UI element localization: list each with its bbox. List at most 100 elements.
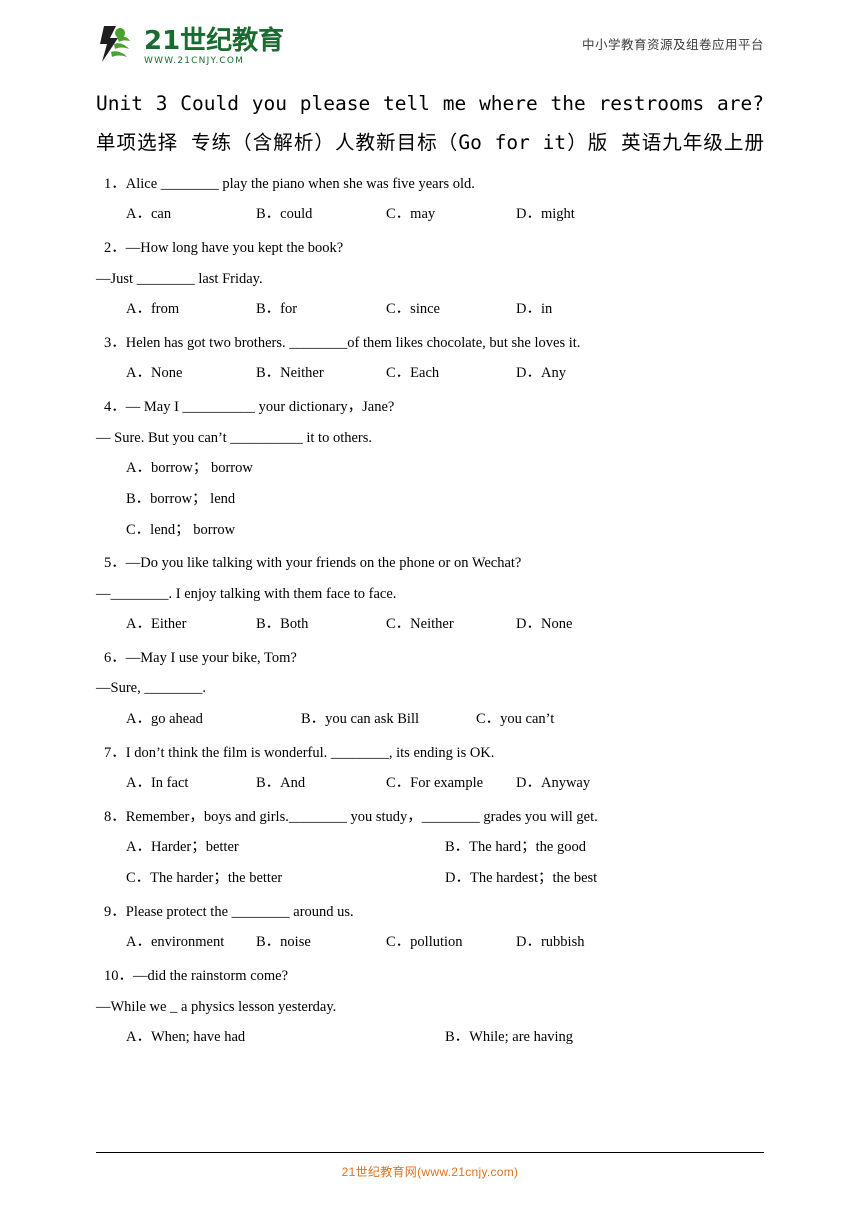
option-group: A．borrow； borrow B．borrow； lend C．lend； bo… xyxy=(126,458,764,541)
question-stem: 8．Remember，boys and girls.________ you s… xyxy=(104,806,764,828)
question-text: —May I use your bike, Tom? xyxy=(125,650,297,666)
option-item[interactable]: C．lend； borrow xyxy=(126,520,764,542)
option-item[interactable]: B．And xyxy=(256,773,386,795)
question-stem: 5．—Do you like talking with your friends… xyxy=(104,552,764,574)
option-item[interactable]: B．could xyxy=(256,204,386,226)
question-number: 2． xyxy=(104,240,126,257)
option-item[interactable]: B．noise xyxy=(256,932,386,954)
logo-main-text: 21世纪教育 xyxy=(144,26,285,56)
option-group: A．environment B．noise C．pollution D．rubbish xyxy=(126,932,764,954)
question-text: Alice ________ play the piano when she w… xyxy=(125,176,475,192)
option-group: A．go ahead B．you can ask Bill C．you can’t xyxy=(126,709,764,731)
option-group: A．In fact B．And C．For example D．Anyway xyxy=(126,773,764,795)
question-extra-line: — Sure. But you can’t __________ it to o… xyxy=(96,429,373,446)
page-title: Unit 3 Could you please tell me where th… xyxy=(96,92,764,154)
question-stem: 3．Helen has got two brothers. ________of… xyxy=(104,332,764,354)
footer-divider xyxy=(96,1152,764,1153)
question-number: 8． xyxy=(104,808,126,825)
option-item[interactable]: D．The hardest；the best xyxy=(445,868,764,890)
question-number: 10． xyxy=(104,968,133,985)
question-item: 8．Remember，boys and girls.________ you s… xyxy=(96,806,764,890)
option-item[interactable]: B．for xyxy=(256,299,386,321)
question-stem: 2．—How long have you kept the book? xyxy=(104,237,764,259)
option-item[interactable]: C．may xyxy=(386,204,516,226)
option-item[interactable]: D．Anyway xyxy=(516,773,646,795)
question-stem: 9．Please protect the ________ around us. xyxy=(104,901,764,923)
option-item[interactable]: A．When; have had xyxy=(126,1027,445,1049)
question-number: 7． xyxy=(104,744,126,761)
question-stem: 6．—May I use your bike, Tom? xyxy=(104,647,764,669)
question-extra-line: —Sure, ________. xyxy=(96,680,206,697)
option-item[interactable]: B．borrow； lend xyxy=(126,489,764,511)
question-text: —did the rainstorm come? xyxy=(133,968,289,985)
option-item[interactable]: C．For example xyxy=(386,773,516,795)
question-text: —How long have you kept the book? xyxy=(125,240,344,257)
question-item: 7．I don’t think the film is wonderful. _… xyxy=(96,742,764,795)
question-item: 2．—How long have you kept the book? —Just… xyxy=(96,237,764,321)
option-item[interactable]: C．Each xyxy=(386,363,516,385)
option-item[interactable]: D．rubbish xyxy=(516,932,646,954)
question-item: 3．Helen has got two brothers. ________of… xyxy=(96,332,764,385)
option-item[interactable]: A．go ahead xyxy=(126,709,301,731)
option-item[interactable]: A．None xyxy=(126,363,256,385)
question-list: 1．Alice ________ play the piano when she… xyxy=(96,173,764,1058)
option-item[interactable]: C．Neither xyxy=(386,614,516,636)
option-item[interactable]: B．The hard；the good xyxy=(445,837,764,859)
site-logo: 21世纪教育 WWW.21CNJY.COM xyxy=(96,22,284,66)
option-item[interactable]: A．borrow； borrow xyxy=(126,458,764,480)
option-item[interactable]: D．might xyxy=(516,204,646,226)
question-number: 3． xyxy=(104,334,126,351)
option-item[interactable]: D．in xyxy=(516,299,646,321)
question-extra-line: —Just ________ last Friday. xyxy=(96,270,263,287)
option-group: A．Harder；better B．The hard；the good C．The … xyxy=(126,837,764,890)
option-item[interactable]: A．can xyxy=(126,204,256,226)
option-item[interactable]: B．you can ask Bill xyxy=(301,709,476,731)
logo-sub-text: WWW.21CNJY.COM xyxy=(144,56,245,66)
option-item[interactable]: A．Harder；better xyxy=(126,837,445,859)
question-item: 4．— May I __________ your dictionary，Jan… xyxy=(96,396,764,541)
question-number: 4． xyxy=(104,399,126,416)
question-text: Please protect the ________ around us. xyxy=(125,903,354,920)
logo-runner-icon xyxy=(96,22,140,66)
option-item[interactable]: A．from xyxy=(126,299,256,321)
question-item: 10．—did the rainstorm come? —While we _ a… xyxy=(96,965,764,1058)
page-footer: 21世纪教育网(www.21cnjy.com) xyxy=(96,1152,764,1180)
question-stem: 1．Alice ________ play the piano when she… xyxy=(104,173,764,195)
footer-text: 21世纪教育网(www.21cnjy.com) xyxy=(341,1165,519,1179)
question-stem: 10．—did the rainstorm come? xyxy=(104,965,764,987)
option-group: A．None B．Neither C．Each D．Any xyxy=(126,363,764,385)
question-extra-line: —While we _ a physics lesson yesterday. xyxy=(96,998,337,1015)
question-item: 5．—Do you like talking with your friends… xyxy=(96,552,764,636)
option-item[interactable]: A．Either xyxy=(126,614,256,636)
question-number: 6． xyxy=(104,650,126,666)
question-item: 6．—May I use your bike, Tom? —Sure, _____… xyxy=(96,647,764,731)
page-header: 21世纪教育 WWW.21CNJY.COM 中小学教育资源及组卷应用平台 xyxy=(96,0,764,66)
question-number: 1． xyxy=(104,176,126,192)
question-text: I don’t think the film is wonderful. ___… xyxy=(125,744,495,761)
question-stem: 7．I don’t think the film is wonderful. _… xyxy=(104,742,764,764)
question-stem: 4．— May I __________ your dictionary，Jan… xyxy=(104,396,764,418)
question-number: 9． xyxy=(104,903,126,920)
header-slogan: 中小学教育资源及组卷应用平台 xyxy=(581,37,764,52)
option-item[interactable]: A．In fact xyxy=(126,773,256,795)
option-item[interactable]: C．you can’t xyxy=(476,709,651,731)
document-page: 21世纪教育 WWW.21CNJY.COM 中小学教育资源及组卷应用平台 Uni… xyxy=(0,0,860,1216)
option-item[interactable]: B．While; are having xyxy=(445,1027,764,1049)
option-item[interactable]: A．environment xyxy=(126,932,256,954)
option-item[interactable]: C．since xyxy=(386,299,516,321)
question-item: 1．Alice ________ play the piano when she… xyxy=(96,173,764,226)
option-group: A．from B．for C．since D．in xyxy=(126,299,764,321)
option-item[interactable]: C．The harder；the better xyxy=(126,868,445,890)
option-item[interactable]: C．pollution xyxy=(386,932,516,954)
option-item[interactable]: B．Both xyxy=(256,614,386,636)
option-group: A．When; have had B．While; are having xyxy=(126,1027,764,1058)
question-text: Helen has got two brothers. ________of t… xyxy=(125,334,581,351)
option-item[interactable]: D．Any xyxy=(516,363,646,385)
option-item[interactable]: D．None xyxy=(516,614,646,636)
question-item: 9．Please protect the ________ around us.… xyxy=(96,901,764,954)
option-group: A．Either B．Both C．Neither D．None xyxy=(126,614,764,636)
logo-text: 21世纪教育 WWW.21CNJY.COM xyxy=(144,28,284,66)
question-extra-line: —________. I enjoy talking with them fac… xyxy=(96,585,397,602)
option-group: A．can B．could C．may D．might xyxy=(126,204,764,226)
option-item[interactable]: B．Neither xyxy=(256,363,386,385)
